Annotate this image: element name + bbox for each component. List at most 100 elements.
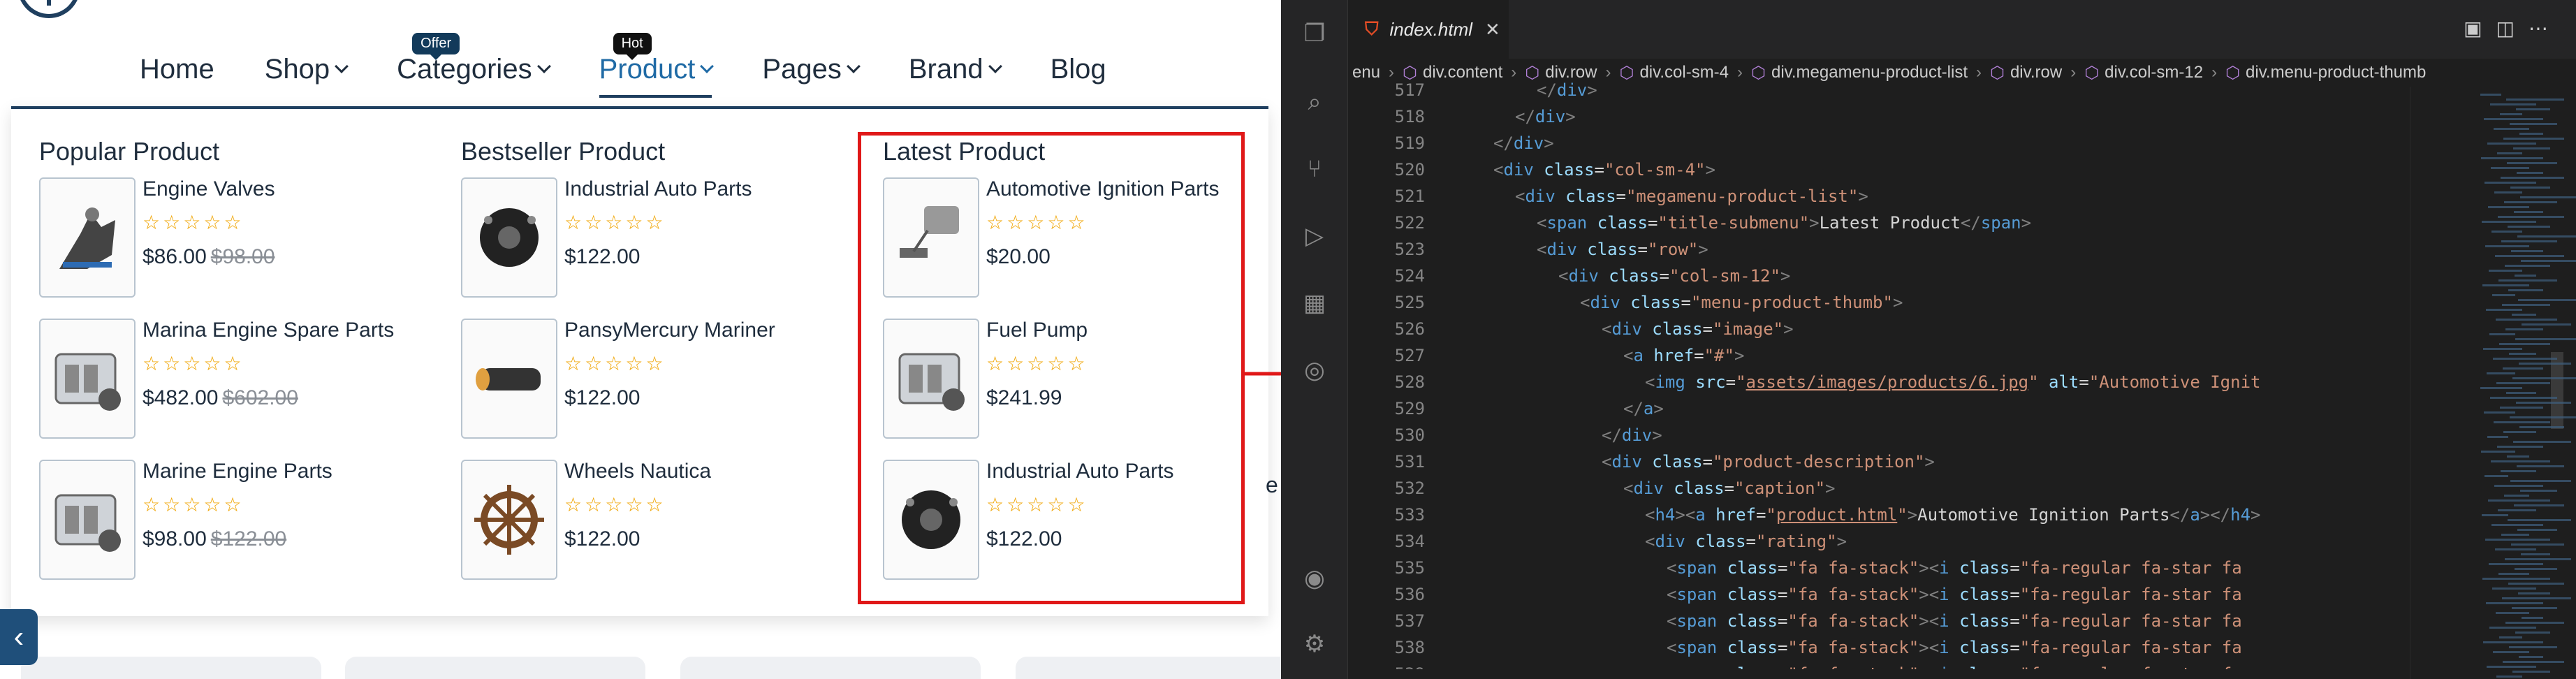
code-line[interactable]: 524 <div class="col-sm-12"> (1348, 263, 2396, 289)
code-line[interactable]: 530 </div> (1348, 422, 2396, 448)
minimap-line (2521, 553, 2550, 555)
preview-icon[interactable]: ▣ (2464, 17, 2496, 40)
nav-item-shop[interactable]: Shop (265, 54, 349, 85)
product-name-link[interactable]: Industrial Auto Parts (564, 177, 858, 201)
nav-item-product[interactable]: Product Hot (599, 32, 715, 98)
product-thumbnail[interactable] (461, 177, 557, 298)
minimap-line (2498, 573, 2529, 575)
nav-item-pages[interactable]: Pages (762, 54, 861, 85)
star-outline-icon: ☆ (1047, 494, 1068, 516)
line-number: 520 (1394, 160, 1425, 180)
line-number: 523 (1394, 240, 1425, 259)
code-line[interactable]: 537 <span class="fa fa-stack"><i class="f… (1348, 608, 2396, 634)
nav-item-categories[interactable]: Categories Offer (397, 32, 551, 85)
product-thumbnail[interactable] (39, 460, 136, 580)
minimap-line (2500, 113, 2522, 115)
code-line[interactable]: 533 <h4><a href="product.html">Automotive… (1348, 502, 2396, 528)
code-line[interactable]: 520 <div class="col-sm-4"> (1348, 156, 2396, 183)
background-card (1016, 657, 1281, 679)
minimap-line (2508, 289, 2543, 291)
code-line[interactable]: 529 </a> (1348, 395, 2396, 422)
code-line[interactable]: 539 <span class="fa fa-stack"><i class="f… (1348, 661, 2396, 669)
code-area[interactable]: 517 </div> 518 </div> 519 </div> 520 <div class… (1348, 77, 2396, 669)
product-item[interactable]: PansyMercury Mariner ☆☆☆☆☆ $122.00 (461, 319, 852, 460)
code-line[interactable]: 531 <div class="product-description"> (1348, 448, 2396, 475)
code-text: </div> (1493, 133, 1554, 153)
close-icon[interactable]: ✕ (1485, 19, 1500, 41)
rating-stars: ☆☆☆☆☆ (564, 493, 858, 516)
product-name-link[interactable]: Marine Engine Parts (142, 460, 436, 483)
product-name-link[interactable]: PansyMercury Mariner (564, 319, 858, 342)
code-line[interactable]: 526 <div class="image"> (1348, 316, 2396, 342)
split-editor-icon[interactable]: ◫ (2496, 17, 2529, 40)
product-thumbnail[interactable] (39, 319, 136, 439)
settings-gear-icon[interactable]: ⚙ (1301, 630, 1329, 658)
search-icon[interactable]: ⌕ (1301, 88, 1329, 116)
code-line[interactable]: 527 <a href="#"> (1348, 342, 2396, 369)
code-line[interactable]: 518 </div> (1348, 103, 2396, 130)
site-logo-icon[interactable] (17, 0, 80, 18)
files-icon[interactable]: ❐ (1301, 20, 1329, 48)
code-line[interactable]: 535 <span class="fa fa-stack"><i class="f… (1348, 555, 2396, 581)
code-line[interactable]: 534 <div class="rating"> (1348, 528, 2396, 555)
star-outline-icon: ☆ (163, 353, 184, 374)
edge-icon[interactable]: ◎ (1301, 356, 1329, 384)
minimap-line (2482, 284, 2529, 286)
nav-item-brand[interactable]: Brand (908, 53, 1002, 85)
minimap-line (2497, 152, 2522, 154)
code-line[interactable]: 521 <div class="megamenu-product-list"> (1348, 183, 2396, 210)
code-line[interactable]: 517 </div> (1348, 77, 2396, 103)
nav-item-blog[interactable]: Blog (1051, 54, 1106, 85)
product-thumbnail[interactable] (39, 177, 136, 298)
product-column-popular-product: Popular Product Engine Valves ☆☆☆☆☆ $86.00 $… (39, 137, 430, 601)
code-line[interactable]: 532 <div class="caption"> (1348, 475, 2396, 502)
code-line[interactable]: 519 </div> (1348, 130, 2396, 156)
current-price: $482.00 (142, 386, 219, 409)
product-item[interactable]: Industrial Auto Parts ☆☆☆☆☆ $122.00 (883, 460, 1274, 601)
product-item[interactable]: Automotive Ignition Parts ☆☆☆☆☆ $20.00 (883, 177, 1274, 319)
tab-index-html[interactable]: ⛉ index.html ✕ (1348, 0, 1509, 59)
extensions-icon[interactable]: ▦ (1301, 289, 1329, 317)
product-name-link[interactable]: Fuel Pump (986, 319, 1280, 342)
product-thumbnail[interactable] (883, 460, 979, 580)
product-item[interactable]: Marina Engine Spare Parts ☆☆☆☆☆ $482.00 $60… (39, 319, 430, 460)
product-item[interactable]: Engine Valves ☆☆☆☆☆ $86.00 $98.00 (39, 177, 430, 319)
star-outline-icon: ☆ (1047, 212, 1068, 233)
minimap-line (2521, 260, 2576, 262)
product-thumbnail[interactable] (883, 177, 979, 298)
product-item[interactable]: Fuel Pump ☆☆☆☆☆ $241.99 (883, 319, 1274, 460)
more-actions-icon[interactable]: ⋯ (2529, 17, 2562, 40)
nav-item-label: Brand (908, 53, 983, 85)
minimap[interactable] (2410, 87, 2576, 679)
code-line[interactable]: 528 <img src="assets/images/products/6.jp… (1348, 369, 2396, 395)
background-text-fragment: e (1266, 472, 1278, 497)
product-item[interactable]: Marine Engine Parts ☆☆☆☆☆ $98.00 $122.00 (39, 460, 430, 601)
product-name-link[interactable]: Automotive Ignition Parts (986, 177, 1280, 201)
code-line[interactable]: 536 <span class="fa fa-stack"><i class="f… (1348, 581, 2396, 608)
product-thumbnail[interactable] (461, 319, 557, 439)
price-row: $241.99 (986, 386, 1280, 410)
star-outline-icon: ☆ (1007, 494, 1027, 516)
product-item[interactable]: Industrial Auto Parts ☆☆☆☆☆ $122.00 (461, 177, 852, 319)
code-line[interactable]: 525 <div class="menu-product-thumb"> (1348, 289, 2396, 316)
product-name-link[interactable]: Engine Valves (142, 177, 436, 201)
code-line[interactable]: 523 <div class="row"> (1348, 236, 2396, 263)
product-name-link[interactable]: Industrial Auto Parts (986, 460, 1280, 483)
nav-item-label: Blog (1050, 53, 1106, 85)
minimap-line (2515, 275, 2536, 277)
nav-item-home[interactable]: Home (140, 54, 214, 85)
minimap-line (2487, 436, 2508, 438)
sidebar-toggle-button[interactable]: ‹ (0, 609, 38, 665)
run-debug-icon[interactable]: ▷ (1301, 222, 1329, 250)
star-outline-icon: ☆ (183, 212, 204, 233)
code-line[interactable]: 522 <span class="title-submenu">Latest Pr… (1348, 210, 2396, 236)
product-name-link[interactable]: Wheels Nautica (564, 460, 858, 483)
minimap-line (2516, 108, 2550, 110)
product-item[interactable]: Wheels Nautica ☆☆☆☆☆ $122.00 (461, 460, 852, 601)
source-control-icon[interactable]: ⑂ (1301, 155, 1329, 183)
product-name-link[interactable]: Marina Engine Spare Parts (142, 319, 436, 342)
product-thumbnail[interactable] (883, 319, 979, 439)
product-thumbnail[interactable] (461, 460, 557, 580)
account-icon[interactable]: ◉ (1301, 564, 1329, 592)
code-line[interactable]: 538 <span class="fa fa-stack"><i class="f… (1348, 634, 2396, 661)
